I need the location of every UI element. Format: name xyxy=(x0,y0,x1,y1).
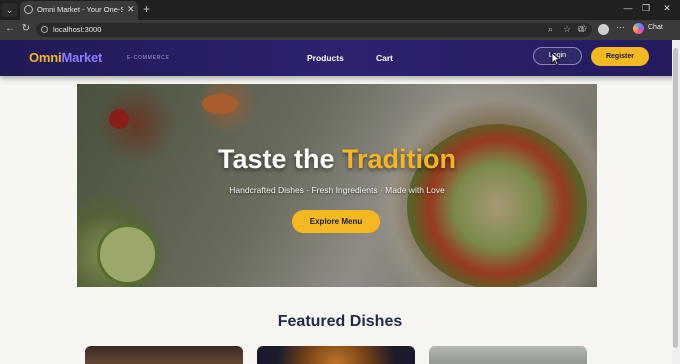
reload-icon[interactable]: ↻ xyxy=(20,23,32,34)
hero-title-main: Taste the xyxy=(217,144,343,174)
web-page: OmniMarket E-COMMERCE Products Cart Logi… xyxy=(0,40,680,364)
featured-dishes-heading: Featured Dishes xyxy=(277,313,403,330)
favorite-star-icon[interactable]: ☆ xyxy=(563,24,571,35)
dish-card[interactable] xyxy=(85,346,243,364)
dish-card[interactable] xyxy=(257,346,415,364)
dish-card[interactable] xyxy=(429,346,587,364)
close-tab-icon[interactable]: ✕ xyxy=(127,4,135,15)
scrollbar-thumb[interactable] xyxy=(673,48,678,348)
address-bar-row: ← ↻ localhost:3000 ⌕ ☆ ⧉ ✩ ··· Chat xyxy=(0,20,680,40)
copilot-icon[interactable] xyxy=(633,23,644,34)
url-input[interactable]: localhost:3000 ⌕ ☆ ⧉ xyxy=(36,23,592,37)
nav-products-link[interactable]: Products xyxy=(307,53,344,63)
hero-banner: Taste the Tradition Handcrafted Dishes ·… xyxy=(77,84,597,287)
nav-cart-link[interactable]: Cart xyxy=(376,53,393,63)
chat-button-label[interactable]: Chat xyxy=(648,24,663,31)
new-tab-button[interactable]: + xyxy=(143,2,150,16)
minimize-icon[interactable]: — xyxy=(620,3,636,13)
hero-subtitle: Handcrafted Dishes · Fresh Ingredients ·… xyxy=(229,185,445,195)
logo-text-omni: Omni xyxy=(29,50,62,65)
explore-menu-button[interactable]: Explore Menu xyxy=(292,210,380,233)
mouse-cursor-icon xyxy=(551,52,561,66)
hero-title-highlight: Tradition xyxy=(342,144,457,174)
back-icon[interactable]: ← xyxy=(4,23,16,34)
window-close-icon[interactable]: ✕ xyxy=(659,3,675,14)
logo-text-market: Market xyxy=(61,50,103,65)
site-logo[interactable]: OmniMarket xyxy=(29,50,102,65)
site-header: OmniMarket E-COMMERCE Products Cart Logi… xyxy=(0,40,680,76)
register-button[interactable]: Register xyxy=(591,47,649,66)
zoom-icon[interactable]: ⌕ xyxy=(548,24,553,35)
logo-tagline: E-COMMERCE xyxy=(127,55,170,61)
browser-tab[interactable]: Omni Market - Your One-Stop Sh ✕ xyxy=(20,1,138,20)
globe-icon xyxy=(24,5,33,14)
tab-title: Omni Market - Your One-Stop Sh xyxy=(37,5,123,14)
more-options-icon[interactable]: ··· xyxy=(616,22,625,32)
browser-tab-bar: ⌄ Omni Market - Your One-Stop Sh ✕ + — ❐… xyxy=(0,0,680,20)
hero-title: Taste the Tradition xyxy=(77,144,597,175)
profile-avatar[interactable] xyxy=(598,24,609,35)
tab-actions-menu-button[interactable]: ⌄ xyxy=(2,3,17,17)
favorites-icon[interactable]: ✩ xyxy=(580,23,588,34)
url-text: localhost:3000 xyxy=(53,25,102,34)
site-info-icon[interactable] xyxy=(41,26,48,33)
restore-icon[interactable]: ❐ xyxy=(638,3,654,14)
